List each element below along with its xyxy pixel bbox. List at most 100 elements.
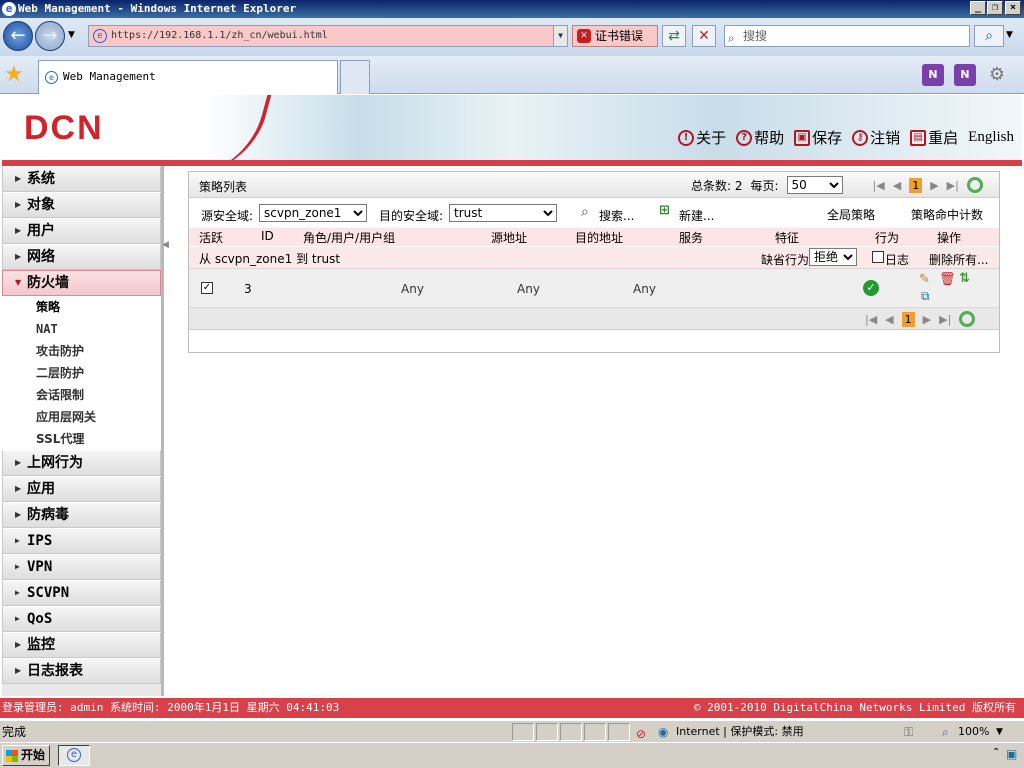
chevron-right-icon: ▶ (15, 614, 20, 623)
minimize-button[interactable]: _ (970, 1, 986, 15)
taskbar-ie-button[interactable]: e (58, 745, 90, 766)
search-options-icon[interactable]: ▼ (1006, 30, 1013, 40)
refresh-icon[interactable] (966, 177, 983, 193)
onenote-send-icon[interactable]: N (954, 64, 976, 86)
cert-error-button[interactable]: ✕ 证书错误 (572, 25, 658, 47)
stop-button[interactable]: ✕ (692, 25, 716, 47)
security-zone[interactable]: Internet | 保护模式: 禁用 (676, 721, 804, 743)
search-go-button[interactable]: ⌕ (974, 25, 1004, 47)
sidebar-item-objects[interactable]: ▶ 对象 (2, 192, 161, 218)
next-page-icon[interactable]: ▶ (930, 179, 938, 192)
next-page-icon[interactable]: ▶ (923, 313, 931, 326)
sidebar-item-label: 用户 (27, 223, 55, 239)
policy-id: 3 (244, 282, 252, 296)
search-placeholder: 搜搜 (743, 29, 768, 43)
sidebar-item-monitor[interactable]: ▶ 监控 (2, 632, 161, 658)
last-page-icon[interactable]: ▶| (947, 179, 959, 192)
new-policy-icon[interactable]: ⊞ (659, 203, 670, 218)
prev-page-icon[interactable]: ◀ (893, 179, 901, 192)
zoom-dropdown-icon[interactable]: ▼ (996, 721, 1003, 743)
sidebar-subitem-nat[interactable]: NAT (2, 318, 161, 340)
sidebar-item-web-behavior[interactable]: ▶ 上网行为 (2, 450, 161, 476)
search-policy-button[interactable]: 搜索... (599, 207, 634, 224)
chevron-right-icon: ▶ (15, 200, 22, 209)
sidebar-item-network[interactable]: ▶ 网络 (2, 244, 161, 270)
last-page-icon[interactable]: ▶| (939, 313, 951, 326)
sidebar-subitem-policy[interactable]: 策略 (2, 296, 161, 318)
address-bar[interactable]: e https://192.168.1.1/zh_cn/webui.html ▼ (88, 25, 568, 47)
sidebar-item-users[interactable]: ▶ 用户 (2, 218, 161, 244)
move-icon[interactable]: ⇅ (959, 271, 970, 286)
sidebar-item-antivirus[interactable]: ▶ 防病毒 (2, 502, 161, 528)
per-page-select[interactable]: 50 (786, 176, 843, 194)
restore-button[interactable]: ❐ (987, 1, 1003, 15)
new-tab-button[interactable] (340, 60, 370, 94)
sidebar-item-application[interactable]: ▶ 应用 (2, 476, 161, 502)
help-link[interactable]: ? 帮助 (736, 127, 784, 148)
log-checkbox[interactable] (872, 251, 884, 263)
tab-web-management[interactable]: e Web Management (38, 60, 338, 94)
forward-button[interactable]: → (35, 21, 65, 51)
first-page-icon[interactable]: |◀ (865, 313, 877, 326)
sidebar-item-qos[interactable]: ▶ QoS (2, 606, 161, 632)
zoom-level[interactable]: 100% (958, 721, 989, 743)
hit-count-link[interactable]: 策略命中计数 (911, 206, 983, 223)
sidebar-subitem-ssl-proxy[interactable]: SSL代理 (2, 428, 161, 450)
sidebar-subitem-l2-defense[interactable]: 二层防护 (2, 362, 161, 384)
src-address: Any (401, 282, 424, 296)
refresh-icon[interactable] (959, 311, 976, 327)
lock-icon[interactable]: ⚿ (904, 721, 913, 743)
col-id: ID (261, 229, 274, 243)
restart-link[interactable]: ▤ 重启 (910, 127, 958, 148)
sidebar-item-logs[interactable]: ▶ 日志报表 (2, 658, 161, 684)
search-policy-icon[interactable]: ⌕ (581, 204, 589, 220)
sidebar-item-ips[interactable]: ▶ IPS (2, 528, 161, 554)
tray-expand-icon[interactable]: ⌃ (992, 747, 1000, 758)
col-action: 行为 (875, 231, 900, 245)
refresh-button[interactable]: ⇄ (662, 25, 686, 47)
first-page-icon[interactable]: |◀ (873, 179, 885, 192)
taskbar: 开始 e ⌃ ▣ (0, 742, 1024, 768)
new-policy-button[interactable]: 新建... (679, 207, 714, 224)
prev-page-icon[interactable]: ◀ (885, 313, 893, 326)
search-input[interactable]: ⌕ 搜搜 (724, 25, 970, 47)
about-link[interactable]: ! 关于 (678, 127, 726, 148)
per-page-label: 每页: (750, 178, 779, 193)
copy-icon[interactable]: ⧉ (921, 289, 930, 304)
sidebar-item-label: 应用 (27, 481, 55, 497)
favorites-star-icon[interactable]: ★ (4, 62, 24, 87)
current-page[interactable]: 1 (901, 311, 915, 327)
current-page[interactable]: 1 (909, 177, 923, 193)
active-checkbox[interactable]: ✓ (201, 282, 213, 294)
sidebar-subitem-alg[interactable]: 应用层网关 (2, 406, 161, 428)
back-button[interactable]: ← (3, 21, 33, 51)
source-zone-select[interactable]: scvpn_zone1 (259, 204, 367, 222)
dest-zone-select[interactable]: trust (449, 204, 557, 222)
edit-icon[interactable]: ✎ (919, 272, 930, 287)
network-tray-icon[interactable]: ▣ (1006, 747, 1017, 761)
close-window-button[interactable]: × (1005, 1, 1021, 15)
gear-icon[interactable]: ⚙ (986, 64, 1008, 86)
english-link[interactable]: English (968, 129, 1014, 146)
sidebar-subitem-session-limit[interactable]: 会话限制 (2, 384, 161, 406)
delete-icon[interactable]: 🗑 (939, 272, 956, 287)
sidebar-item-scvpn[interactable]: ▶ SCVPN (2, 580, 161, 606)
sidebar-collapse-icon[interactable]: ◀ (162, 240, 169, 250)
save-link[interactable]: ▣ 保存 (794, 127, 842, 148)
sidebar-item-firewall[interactable]: ▼ 防火墙 (2, 270, 161, 296)
sidebar-subitem-attack-defense[interactable]: 攻击防护 (2, 340, 161, 362)
default-action-select[interactable]: 拒绝 (809, 248, 857, 266)
sidebar-item-system[interactable]: ▶ 系统 (2, 166, 161, 192)
global-policy-link[interactable]: 全局策略 (827, 206, 875, 223)
start-button[interactable]: 开始 (2, 745, 50, 766)
sidebar-item-label: VPN (27, 559, 53, 575)
chevron-down-icon: ▼ (15, 278, 22, 287)
sidebar-item-vpn[interactable]: ▶ VPN (2, 554, 161, 580)
delete-all-link[interactable]: 删除所有... (929, 251, 988, 268)
history-dropdown-icon[interactable]: ▼ (68, 30, 75, 40)
address-dropdown-icon[interactable]: ▼ (553, 26, 567, 46)
save-label: 保存 (812, 129, 843, 147)
onenote-icon[interactable]: N (922, 64, 944, 86)
logout-link[interactable]: ⚷ 注销 (852, 127, 900, 148)
chevron-right-icon: ▶ (15, 640, 22, 649)
